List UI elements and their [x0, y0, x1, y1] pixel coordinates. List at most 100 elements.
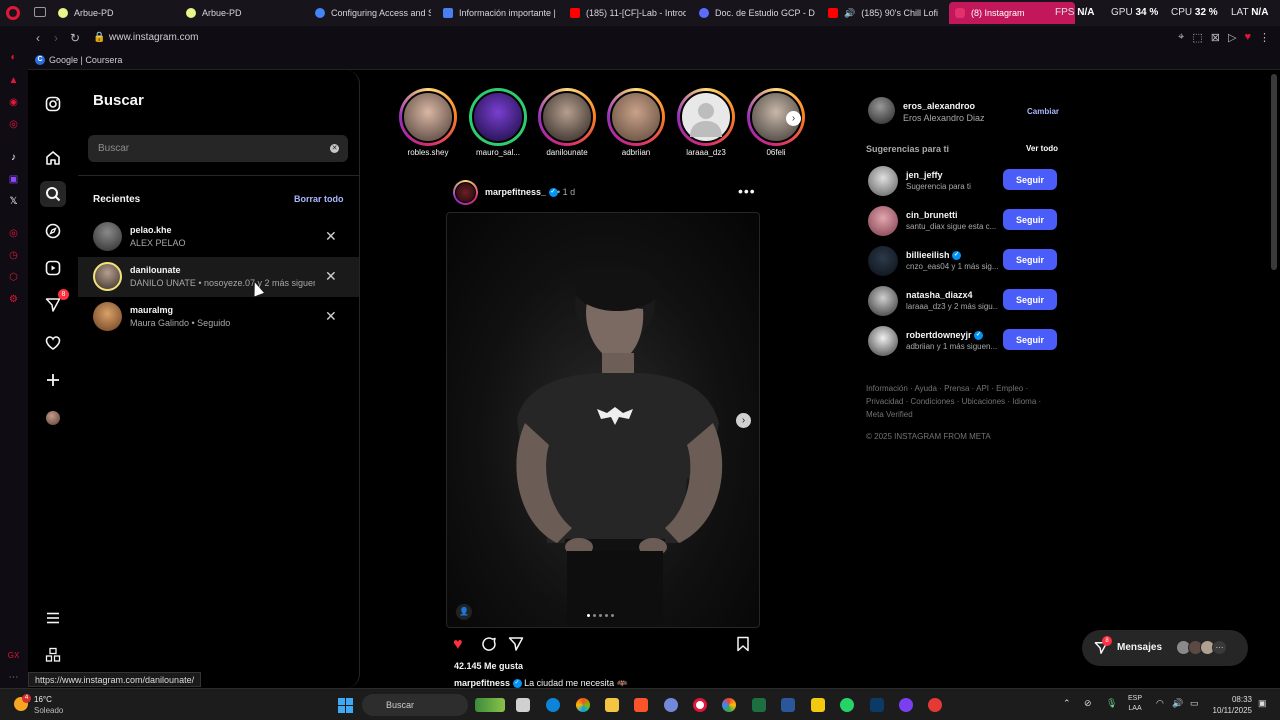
history-icon[interactable]: ◷	[7, 249, 20, 262]
account-username[interactable]: eros_alexandroo	[903, 101, 975, 111]
follow-button[interactable]: Seguir	[1003, 289, 1057, 310]
edge-icon[interactable]	[546, 698, 560, 712]
suggestion-username[interactable]: robertdowneyjr ✓	[906, 330, 984, 341]
battery-icon[interactable]: ▭	[1190, 698, 1199, 709]
sidebar-more-icon[interactable]: ⋯	[7, 671, 20, 684]
caption-username[interactable]: marpefitness	[454, 678, 510, 688]
vpn-icon[interactable]: ⊠	[1211, 31, 1220, 44]
discord-icon[interactable]	[664, 698, 678, 712]
more-icon[interactable]: ⋮	[1259, 31, 1270, 44]
suggestion-username[interactable]: natasha_diazx4	[906, 290, 973, 300]
page-scrollbar[interactable]	[1271, 74, 1277, 270]
chrome-icon[interactable]	[722, 698, 736, 712]
send-icon[interactable]: ▷	[1228, 31, 1236, 44]
brave-icon[interactable]	[634, 698, 648, 712]
follow-button[interactable]: Seguir	[1003, 169, 1057, 190]
language-indicator[interactable]: ESP LAA	[1128, 694, 1142, 714]
screenshot-icon[interactable]: ⬚	[1192, 31, 1202, 44]
taskbar-search[interactable]: Buscar	[362, 694, 468, 716]
tagged-user-icon[interactable]: 👤	[456, 604, 472, 620]
remove-recent-icon[interactable]: ✕	[325, 268, 337, 285]
remove-recent-icon[interactable]: ✕	[325, 228, 337, 245]
tray-overflow-icon[interactable]: ⌃	[1063, 698, 1071, 709]
power-bi-icon[interactable]	[811, 698, 825, 712]
post-author-name[interactable]: marpefitness_ ✓	[485, 187, 558, 198]
browser-tab[interactable]: Arbue-PD	[180, 2, 305, 24]
follow-button[interactable]: Seguir	[1003, 249, 1057, 270]
url-field[interactable]: www.instagram.com	[109, 32, 198, 43]
follow-button[interactable]: Seguir	[1003, 209, 1057, 230]
browser-tab[interactable]: Información importante |	[437, 2, 557, 24]
app-icon[interactable]	[928, 698, 942, 712]
forward-icon[interactable]: ›	[54, 31, 58, 45]
avatar[interactable]	[868, 97, 895, 124]
avatar[interactable]	[868, 166, 898, 196]
clear-search-icon[interactable]: ✕	[330, 144, 339, 153]
comment-icon[interactable]	[481, 636, 497, 657]
post-more-icon[interactable]: •••	[738, 183, 756, 199]
aria-icon[interactable]: ◐	[7, 51, 20, 64]
tab-overview-icon[interactable]	[34, 7, 46, 17]
weather-temperature[interactable]: 16°C	[34, 695, 52, 704]
recent-item[interactable]: pelao.khe ALEX PELAO ✕	[78, 217, 359, 257]
browser-tab[interactable]: 🔊 (185) 90's Chill Lofi	[822, 2, 944, 24]
follow-button[interactable]: Seguir	[1003, 329, 1057, 350]
task-view-icon[interactable]	[516, 698, 530, 712]
lock-icon[interactable]: 🔒	[93, 32, 105, 43]
messenger-icon[interactable]: ◉	[7, 96, 20, 109]
post-image[interactable]: › 👤	[446, 212, 760, 628]
terminal-icon[interactable]	[870, 698, 884, 712]
explore-icon[interactable]	[40, 218, 66, 244]
excel-icon[interactable]	[752, 698, 766, 712]
home-icon[interactable]	[40, 145, 66, 171]
workspace-icon[interactable]: ▲	[7, 74, 20, 87]
suggestion-username[interactable]: jen_jeffy	[906, 170, 943, 180]
start-button-icon[interactable]	[338, 698, 353, 713]
heart-icon[interactable]: ♥	[1244, 31, 1251, 44]
remove-recent-icon[interactable]: ✕	[325, 308, 337, 325]
player-icon[interactable]: ◎	[7, 227, 20, 240]
avatar[interactable]	[868, 246, 898, 276]
back-icon[interactable]: ‹	[36, 31, 40, 45]
notifications-icon[interactable]	[40, 330, 66, 356]
story[interactable]: adbriian	[607, 88, 665, 157]
stories-next-icon[interactable]: ›	[786, 111, 801, 126]
extensions-icon[interactable]: ⬡	[7, 271, 20, 284]
reels-icon[interactable]	[40, 255, 66, 281]
clear-all-button[interactable]: Borrar todo	[294, 194, 344, 204]
like-icon[interactable]: ♥	[453, 636, 463, 654]
microphone-icon[interactable]: 🎙	[1106, 698, 1117, 709]
avatar[interactable]	[868, 326, 898, 356]
save-icon[interactable]	[736, 636, 750, 657]
volume-icon[interactable]: 🔊	[1172, 698, 1183, 709]
reload-icon[interactable]: ↻	[70, 31, 80, 45]
file-explorer-icon[interactable]	[605, 698, 619, 712]
settings-icon[interactable]: ⚙	[7, 293, 20, 306]
copilot-icon[interactable]	[576, 698, 590, 712]
network-off-icon[interactable]: ⊘	[1084, 698, 1092, 709]
twitch-icon[interactable]: ▣	[7, 173, 20, 186]
wifi-icon[interactable]: ◠	[1156, 698, 1164, 709]
browser-tab[interactable]: (185) 11-[CF]-Lab - Introd	[564, 2, 686, 24]
search-input[interactable]	[88, 135, 348, 162]
browser-tab[interactable]: Doc. de Estudio GCP - De	[693, 2, 815, 24]
app-icon[interactable]	[899, 698, 913, 712]
clock[interactable]: 08:33 10/11/2025	[1208, 694, 1252, 716]
pin-icon[interactable]: ⌖	[1178, 31, 1184, 44]
widget-thumbnail-icon[interactable]	[475, 698, 505, 712]
profile-avatar[interactable]	[40, 405, 66, 431]
story[interactable]: laraaa_dz3	[677, 88, 735, 157]
share-icon[interactable]	[508, 636, 524, 657]
see-all-button[interactable]: Ver todo	[1026, 144, 1058, 153]
post-next-icon[interactable]: ›	[736, 413, 751, 428]
whatsapp-icon[interactable]	[840, 698, 854, 712]
suggestion-username[interactable]: cin_brunetti	[906, 210, 958, 220]
avatar[interactable]	[868, 286, 898, 316]
story[interactable]: mauro_sal...	[469, 88, 527, 157]
menu-icon[interactable]	[40, 605, 66, 631]
story[interactable]: danilounate	[538, 88, 596, 157]
footer-links[interactable]: Información · Ayuda · Prensa · API · Emp…	[866, 382, 1046, 421]
threads-icon[interactable]	[40, 642, 66, 668]
word-icon[interactable]	[781, 698, 795, 712]
recent-item[interactable]: danilounate DANILO UNATE • nosoyeze.07 y…	[78, 257, 359, 297]
